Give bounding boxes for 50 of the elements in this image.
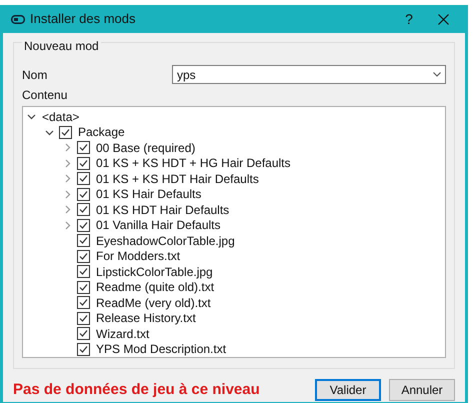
app-icon	[11, 14, 25, 24]
checkbox[interactable]	[77, 250, 90, 263]
dialog-button[interactable]: Valider	[315, 379, 381, 402]
tree-item[interactable]: 01 KS Hair Defaults	[96, 185, 202, 204]
checkbox[interactable]	[77, 203, 90, 216]
dialog-button[interactable]: Annuler	[389, 379, 455, 402]
checkbox[interactable]	[77, 296, 90, 310]
chevron-right-icon[interactable]	[63, 158, 72, 168]
checkbox[interactable]	[77, 265, 90, 278]
name-combobox[interactable]: yps	[172, 65, 446, 84]
tree-item[interactable]: 01 KS + KS HDT Hair Defaults	[96, 170, 259, 188]
checkbox[interactable]	[77, 342, 90, 356]
checkbox[interactable]	[77, 188, 90, 201]
checkbox[interactable]	[77, 234, 90, 248]
tree-item[interactable]: <data>	[42, 108, 80, 126]
checkbox[interactable]	[77, 280, 90, 294]
tree-item[interactable]: For Modders.txt	[96, 247, 180, 266]
checkbox[interactable]	[59, 126, 72, 139]
tree-item[interactable]: 01 KS HDT Hair Defaults	[96, 200, 230, 219]
help-button[interactable]: ?	[394, 8, 424, 30]
checkbox[interactable]	[77, 218, 90, 232]
warning-message: Pas de données de jeu à ce niveau	[13, 380, 261, 400]
tree-item[interactable]: Readme (quite old).txt	[96, 278, 214, 296]
close-icon[interactable]	[438, 14, 449, 24]
tree-item[interactable]: 00 Base (required)	[96, 138, 196, 157]
tree-item[interactable]: 01 KS + KS HDT + HG Hair Defaults	[96, 154, 291, 172]
tree-item[interactable]: ReadMe (very old).txt	[96, 294, 211, 312]
chevron-right-icon[interactable]	[63, 190, 72, 199]
tree-item[interactable]: Release History.txt	[96, 309, 196, 328]
tree-item[interactable]: Wizard.txt	[96, 324, 150, 343]
checkbox[interactable]	[77, 312, 90, 325]
dropdown-icon	[433, 72, 441, 77]
chevron-down-icon[interactable]	[45, 128, 54, 137]
checkbox[interactable]	[77, 172, 90, 186]
chevron-right-icon[interactable]	[63, 205, 72, 214]
chevron-down-icon[interactable]	[27, 112, 36, 122]
chevron-right-icon[interactable]	[63, 174, 72, 184]
tree-item[interactable]: YPS Mod Description.txt	[96, 340, 226, 358]
tree-item[interactable]: Package	[78, 123, 125, 142]
name-label: Nom	[22, 66, 48, 84]
checkbox[interactable]	[77, 156, 90, 170]
tree-item[interactable]: EyeshadowColorTable.jpg	[96, 232, 235, 250]
content-label: Contenu	[22, 87, 68, 104]
tree-item[interactable]: 01 Vanilla Hair Defaults	[96, 216, 221, 234]
chevron-right-icon[interactable]	[63, 143, 72, 152]
window-title: Installer des mods	[30, 10, 136, 28]
chevron-right-icon[interactable]	[63, 220, 72, 230]
tree-item[interactable]: LipstickColorTable.jpg	[96, 262, 213, 281]
checkbox[interactable]	[77, 141, 90, 154]
checkbox[interactable]	[77, 327, 90, 340]
